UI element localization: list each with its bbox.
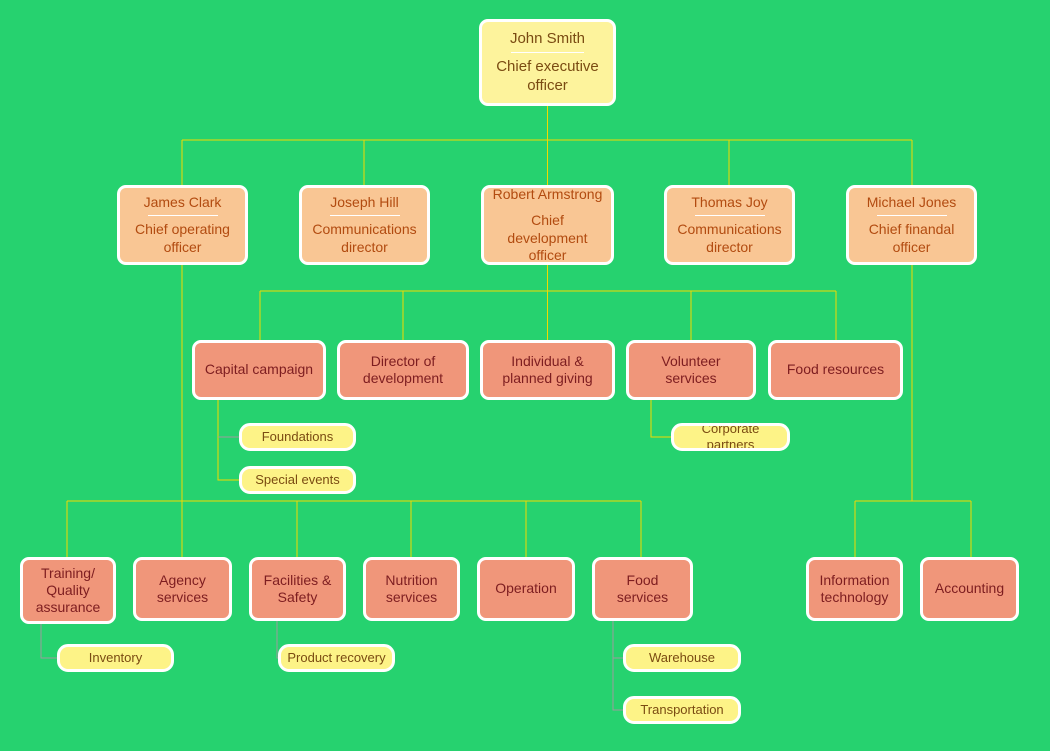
org-node-role: Chief executive officer xyxy=(496,58,599,94)
org-node-planned[interactable]: Individual & planned giving xyxy=(480,340,615,400)
org-chart: John Smith Chief executive officer James C… xyxy=(0,0,1050,751)
org-node-name: Joseph Hill xyxy=(330,194,399,211)
org-node-name: Accounting xyxy=(934,580,1005,597)
org-node-name: Food resources xyxy=(786,361,885,378)
org-node-name: Food services xyxy=(616,571,669,605)
node-divider xyxy=(329,215,400,217)
org-node-transportation[interactable]: Transportation xyxy=(623,696,741,724)
org-node-cdo[interactable]: Robert Armstrong Chief development office… xyxy=(481,185,614,265)
org-node-agency[interactable]: Agency services xyxy=(133,557,232,621)
org-node-accounting[interactable]: Accounting xyxy=(920,557,1019,621)
org-node-comms2[interactable]: Thomas Joy Communications director xyxy=(664,185,795,265)
org-node-role: Chief development officer xyxy=(507,212,588,263)
org-node-name: Information technology xyxy=(819,571,890,605)
org-node-name: Capital campaign xyxy=(204,361,314,378)
org-node-name: Thomas Joy xyxy=(691,194,768,211)
org-node-facilities[interactable]: Facilities & Safety xyxy=(249,557,346,621)
org-node-foundations[interactable]: Foundations xyxy=(239,423,356,451)
org-node-role: Communications director xyxy=(312,221,417,255)
org-node-name: John Smith xyxy=(509,30,586,48)
org-node-name: Special events xyxy=(255,472,340,488)
org-node-dirdev[interactable]: Director of development xyxy=(337,340,469,400)
org-node-specialevents[interactable]: Special events xyxy=(239,466,356,494)
org-node-it[interactable]: Information technology xyxy=(806,557,903,621)
org-node-coo[interactable]: James Clark Chief operating officer xyxy=(117,185,248,265)
org-node-name: Individual & planned giving xyxy=(502,352,593,386)
org-node-role: Chief operating officer xyxy=(135,221,230,255)
node-divider xyxy=(510,52,585,54)
org-node-name: Michael Jones xyxy=(866,194,957,211)
org-node-cfo[interactable]: Michael Jones Chief finandal officer xyxy=(846,185,977,265)
org-node-name: Director of development xyxy=(362,352,444,386)
org-node-name: Warehouse xyxy=(649,650,715,666)
org-node-name: Transportation xyxy=(640,702,724,718)
connector-line xyxy=(650,400,671,438)
org-node-role: Communications director xyxy=(677,221,782,255)
org-node-name: Foundations xyxy=(261,429,334,445)
org-node-name: James Clark xyxy=(143,194,222,211)
node-divider xyxy=(147,215,218,217)
org-node-name: Operation xyxy=(495,580,557,597)
org-node-name: Product recovery xyxy=(287,650,386,666)
org-node-name: Robert Armstrong xyxy=(492,186,603,203)
org-node-capital[interactable]: Capital campaign xyxy=(192,340,326,400)
connector-line xyxy=(217,400,239,481)
org-node-productrecovery[interactable]: Product recovery xyxy=(278,644,395,672)
org-node-name: Nutrition services xyxy=(385,571,438,605)
connector-line xyxy=(40,624,57,659)
org-node-foodres[interactable]: Food resources xyxy=(768,340,903,400)
org-node-name: Inventory xyxy=(88,650,143,666)
connector-line xyxy=(612,621,623,711)
org-node-name: Facilities & Safety xyxy=(263,571,332,605)
org-node-corporate[interactable]: Corporate partners xyxy=(671,423,790,451)
org-node-role: Chief finandal officer xyxy=(868,221,955,255)
org-node-comms1[interactable]: Joseph Hill Communications director xyxy=(299,185,430,265)
org-node-foodserv[interactable]: Food services xyxy=(592,557,693,621)
org-node-name: Volunteer services xyxy=(661,352,721,386)
org-node-name: Agency services xyxy=(156,571,209,605)
node-divider xyxy=(876,215,947,217)
org-node-training[interactable]: Training/ Quality assurance xyxy=(20,557,116,624)
org-node-ceo[interactable]: John Smith Chief executive officer xyxy=(479,19,616,106)
org-node-inventory[interactable]: Inventory xyxy=(57,644,174,672)
org-node-volunteer[interactable]: Volunteer services xyxy=(626,340,756,400)
org-node-warehouse[interactable]: Warehouse xyxy=(623,644,741,672)
node-divider xyxy=(694,215,765,217)
org-node-operation[interactable]: Operation xyxy=(477,557,575,621)
org-node-nutrition[interactable]: Nutrition services xyxy=(363,557,460,621)
org-node-name: Corporate partners xyxy=(701,423,760,451)
org-node-name: Training/ Quality assurance xyxy=(35,564,101,616)
